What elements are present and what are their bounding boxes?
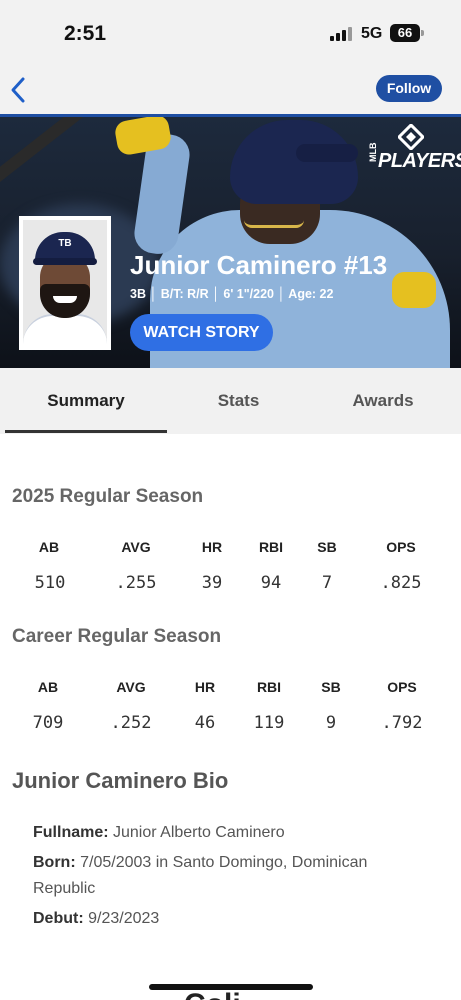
player-meta: 3B │ B/T: R/R │ 6' 1"/220 │ Age: 22 [130,287,334,301]
stat-value: 119 [253,713,285,733]
stat-header: SB [321,679,341,695]
season-stats-title: 2025 Regular Season [12,486,204,507]
stat-header: RBI [258,539,284,555]
logo-mlb-text: MLB [368,142,378,163]
stat-header: OPS [386,539,416,555]
stat-header: AB [38,539,60,555]
follow-button[interactable]: Follow [376,75,442,102]
cellular-signal-icon [330,27,354,41]
stat-header: HR [194,679,216,695]
bio-debut-value: 9/23/2023 [83,910,160,927]
bio-title: Junior Caminero Bio [12,768,229,793]
hero-photo-helmet [230,120,358,204]
hero-photo-chain [244,220,304,228]
tab-awards[interactable]: Awards [310,368,456,434]
stat-value: .252 [110,713,152,733]
profile-tabs: Summary Stats Awards [0,368,461,434]
headshot-cap-logo: TB [58,238,72,249]
stat-value: 9 [325,713,337,733]
headshot-smile [53,296,77,303]
stat-header: OPS [387,679,417,695]
status-time: 2:51 [64,22,107,45]
nav-bar: Follow [0,66,461,114]
players-diamond-icon [398,124,424,150]
hero-top-accent [0,114,461,117]
stat-value: .255 [115,573,157,593]
mlb-players-logo: MLB PLAYERS [366,124,461,180]
player-hero: MLB PLAYERS TB Junior Caminero #13 3B │ … [0,114,461,368]
stat-value: 7 [321,573,333,593]
hero-photo-helmet-brim [296,144,358,162]
bio-born: Born: 7/05/2003 in Santo Domingo, Domini… [33,850,433,902]
bio-born-label: Born: [33,854,76,871]
network-type: 5G [361,25,383,42]
stat-header: AB [37,679,59,695]
watch-story-button[interactable]: WATCH STORY [130,314,273,351]
bio-fullname-value: Junior Alberto Caminero [108,824,285,841]
home-indicator[interactable] [149,984,313,990]
battery-icon: 66 [390,24,420,42]
tab-stats[interactable]: Stats [167,368,310,434]
stat-value: .792 [381,713,423,733]
bio-fullname-label: Fullname: [33,824,109,841]
battery-tip [421,30,424,36]
active-tab-indicator [5,430,167,433]
bio-fullname: Fullname: Junior Alberto Caminero [33,820,433,846]
stat-header: AVG [116,679,146,695]
headshot-cap-brim [33,258,97,265]
stat-header: RBI [256,679,282,695]
player-name: Junior Caminero #13 [130,250,388,280]
stat-header: HR [201,539,223,555]
stat-value: .825 [380,573,422,593]
stat-header: SB [317,539,337,555]
stat-value: 46 [194,713,216,733]
chevron-left-icon [11,77,25,103]
back-button[interactable] [8,76,30,104]
status-bar: 2:51 5G 66 [0,0,461,66]
tab-summary[interactable]: Summary [5,368,167,434]
bio-debut-label: Debut: [33,910,84,927]
bio-born-value: 7/05/2003 in Santo Domingo, Dominican Re… [33,854,368,897]
hero-photo-glove-right [392,272,436,308]
career-stats-title: Career Regular Season [12,626,222,647]
headshot-jersey [23,314,107,346]
stat-header: AVG [121,539,151,555]
bio-debut: Debut: 9/23/2023 [33,906,433,932]
hero-photo-bat [0,114,134,195]
logo-players-text: PLAYERS [378,150,461,172]
stat-value: 709 [32,713,64,733]
stat-value: 510 [34,573,66,593]
player-headshot: TB [19,216,111,350]
